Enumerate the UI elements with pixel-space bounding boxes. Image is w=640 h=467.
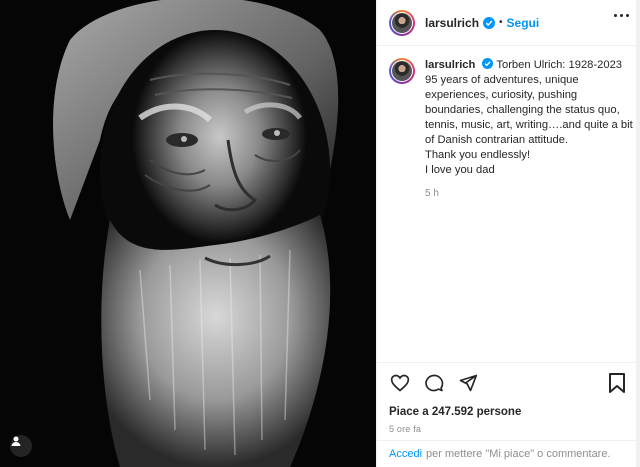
likes-count[interactable]: Piace a 247.592 persone xyxy=(389,406,521,418)
user-tag-icon xyxy=(11,436,21,446)
more-options-icon[interactable] xyxy=(614,14,629,17)
comment-bubble-icon[interactable] xyxy=(423,372,445,394)
comment-prompt: per mettere "Mi piace" o commentare. xyxy=(426,448,611,460)
caption-line-2: 95 years of adventures, unique experienc… xyxy=(425,74,633,146)
author-avatar[interactable] xyxy=(389,9,415,36)
caption-author-avatar[interactable] xyxy=(389,58,415,84)
heart-icon[interactable] xyxy=(389,372,411,394)
bookmark-icon[interactable] xyxy=(607,372,629,394)
user-tag-button[interactable] xyxy=(10,435,32,457)
post-side-panel: larsulrich • Segui larsulrich Torben Ulr… xyxy=(376,0,640,467)
comment-bar: Accedi per mettere "Mi piace" o commenta… xyxy=(377,440,640,467)
header-separator: • xyxy=(499,17,503,28)
paper-plane-icon[interactable] xyxy=(457,372,479,394)
page-scrollbar[interactable] xyxy=(636,0,640,467)
caption-body: larsulrich Torben Ulrich: 1928-2023 95 y… xyxy=(425,58,633,201)
author-username[interactable]: larsulrich xyxy=(425,16,479,30)
verified-badge-icon xyxy=(482,58,494,69)
caption-line-4: I love you dad xyxy=(425,164,495,176)
posted-time: 5 ore fa xyxy=(389,424,422,434)
caption-line-1: Torben Ulrich: 1928-2023 xyxy=(496,59,623,71)
follow-button[interactable]: Segui xyxy=(507,16,540,30)
portrait-image xyxy=(0,0,376,467)
caption-username[interactable]: larsulrich xyxy=(425,59,475,71)
login-link[interactable]: Accedi xyxy=(389,448,422,460)
caption-timestamp[interactable]: 5 h xyxy=(425,186,633,201)
post-header: larsulrich • Segui xyxy=(377,0,640,46)
post-caption: larsulrich Torben Ulrich: 1928-2023 95 y… xyxy=(389,58,633,201)
verified-badge-icon xyxy=(483,16,496,29)
caption-line-3: Thank you endlessly! xyxy=(425,149,531,161)
post-photo[interactable] xyxy=(0,0,376,467)
